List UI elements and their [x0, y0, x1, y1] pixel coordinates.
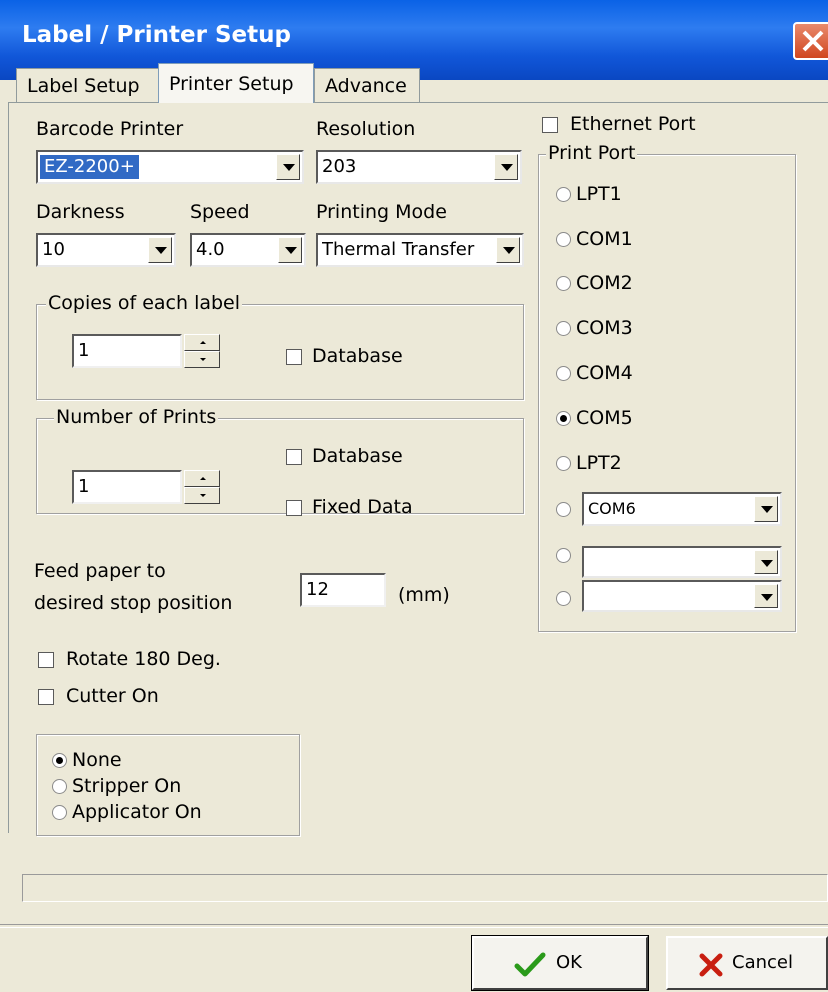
- feed-value: 12: [306, 579, 329, 600]
- feed-input[interactable]: 12: [300, 573, 386, 607]
- mode-none-radio[interactable]: [52, 753, 67, 768]
- ethernet-port-label: Ethernet Port: [570, 113, 696, 135]
- port-com5-label: COM5: [576, 407, 633, 429]
- tab-label-setup[interactable]: Label Setup: [16, 68, 160, 102]
- copies-legend: Copies of each label: [46, 292, 243, 314]
- prints-fixed-data-checkbox[interactable]: [286, 500, 302, 516]
- mode-applicator-label: Applicator On: [72, 801, 202, 823]
- resolution-value: 203: [322, 156, 357, 177]
- print-port-legend: Print Port: [546, 142, 638, 164]
- port-com1-radio[interactable]: [556, 232, 571, 247]
- port-com4-label: COM4: [576, 362, 633, 384]
- resolution-select[interactable]: 203: [316, 150, 522, 184]
- feed-label-line2: desired stop position: [34, 592, 233, 614]
- rotate-checkbox[interactable]: [38, 652, 54, 668]
- prints-input[interactable]: 1: [72, 470, 182, 504]
- cross-icon: [699, 953, 723, 977]
- port-lpt2-radio[interactable]: [556, 456, 571, 471]
- port-com5-radio[interactable]: [556, 411, 571, 426]
- copies-spinner[interactable]: [184, 334, 220, 368]
- feed-unit: (mm): [398, 584, 450, 606]
- spin-down-icon[interactable]: [184, 351, 220, 368]
- mode-stripper-label: Stripper On: [72, 775, 182, 797]
- prints-spinner[interactable]: [184, 470, 220, 504]
- chevron-down-icon[interactable]: [754, 584, 778, 608]
- spin-down-icon[interactable]: [184, 487, 220, 504]
- port-com2-label: COM2: [576, 272, 633, 294]
- port-custom3-select[interactable]: [582, 580, 782, 612]
- speed-select[interactable]: 4.0: [190, 233, 306, 267]
- ok-button[interactable]: OK: [471, 935, 649, 991]
- mode-applicator-radio[interactable]: [52, 805, 67, 820]
- status-bar: [22, 874, 828, 902]
- cancel-label: Cancel: [732, 952, 793, 973]
- port-custom1-value: COM6: [588, 499, 636, 518]
- prints-legend: Number of Prints: [54, 406, 219, 428]
- rotate-label: Rotate 180 Deg.: [66, 648, 221, 670]
- port-lpt1-radio[interactable]: [556, 187, 571, 202]
- ok-label: OK: [556, 952, 582, 973]
- barcode-printer-label: Barcode Printer: [36, 118, 184, 140]
- prints-value: 1: [78, 476, 90, 497]
- port-custom3-radio[interactable]: [556, 591, 571, 606]
- prints-database-checkbox[interactable]: [286, 449, 302, 465]
- copies-database-label: Database: [312, 345, 403, 367]
- feed-label-line1: Feed paper to: [34, 560, 166, 582]
- chevron-down-icon[interactable]: [496, 237, 520, 263]
- chevron-down-icon[interactable]: [276, 154, 300, 180]
- printing-mode-value: Thermal Transfer: [322, 239, 475, 260]
- cancel-button[interactable]: Cancel: [666, 936, 828, 990]
- ethernet-port-checkbox[interactable]: [542, 117, 558, 133]
- port-lpt2-label: LPT2: [576, 452, 622, 474]
- copies-value: 1: [78, 340, 90, 361]
- close-button[interactable]: [793, 22, 828, 60]
- printing-mode-select[interactable]: Thermal Transfer: [316, 233, 524, 267]
- close-icon: [802, 30, 824, 52]
- printing-mode-label: Printing Mode: [316, 201, 447, 223]
- copies-input[interactable]: 1: [72, 334, 182, 368]
- tab-advance[interactable]: Advance: [314, 68, 420, 102]
- copies-database-checkbox[interactable]: [286, 349, 302, 365]
- port-com3-label: COM3: [576, 317, 633, 339]
- chevron-down-icon[interactable]: [148, 237, 172, 263]
- prints-fixed-data-label: Fixed Data: [312, 496, 413, 518]
- chevron-down-icon[interactable]: [754, 550, 778, 574]
- speed-label: Speed: [190, 201, 250, 223]
- chevron-down-icon[interactable]: [278, 237, 302, 263]
- darkness-value: 10: [42, 239, 65, 260]
- port-custom1-radio[interactable]: [556, 502, 571, 517]
- darkness-label: Darkness: [36, 201, 125, 223]
- tab-printer-setup[interactable]: Printer Setup: [158, 63, 314, 103]
- divider: [0, 924, 828, 928]
- barcode-printer-select[interactable]: EZ-2200+: [36, 150, 304, 184]
- spin-up-icon[interactable]: [184, 470, 220, 487]
- port-custom2-radio[interactable]: [556, 548, 571, 563]
- cutter-checkbox[interactable]: [38, 689, 54, 705]
- mode-none-label: None: [72, 749, 122, 771]
- port-custom2-select[interactable]: [582, 546, 782, 578]
- port-com1-label: COM1: [576, 228, 633, 250]
- window-title: Label / Printer Setup: [22, 22, 291, 48]
- checkmark-icon: [514, 952, 546, 977]
- port-com2-radio[interactable]: [556, 276, 571, 291]
- port-com4-radio[interactable]: [556, 366, 571, 381]
- mode-stripper-radio[interactable]: [52, 779, 67, 794]
- barcode-printer-value: EZ-2200+: [40, 155, 139, 179]
- spin-up-icon[interactable]: [184, 334, 220, 351]
- resolution-label: Resolution: [316, 118, 416, 140]
- prints-database-label: Database: [312, 445, 403, 467]
- chevron-down-icon[interactable]: [754, 496, 778, 522]
- speed-value: 4.0: [196, 239, 225, 260]
- darkness-select[interactable]: 10: [36, 233, 176, 267]
- port-custom1-select[interactable]: COM6: [582, 492, 782, 526]
- chevron-down-icon[interactable]: [494, 154, 518, 180]
- port-com3-radio[interactable]: [556, 321, 571, 336]
- cutter-label: Cutter On: [66, 685, 159, 707]
- port-lpt1-label: LPT1: [576, 183, 622, 205]
